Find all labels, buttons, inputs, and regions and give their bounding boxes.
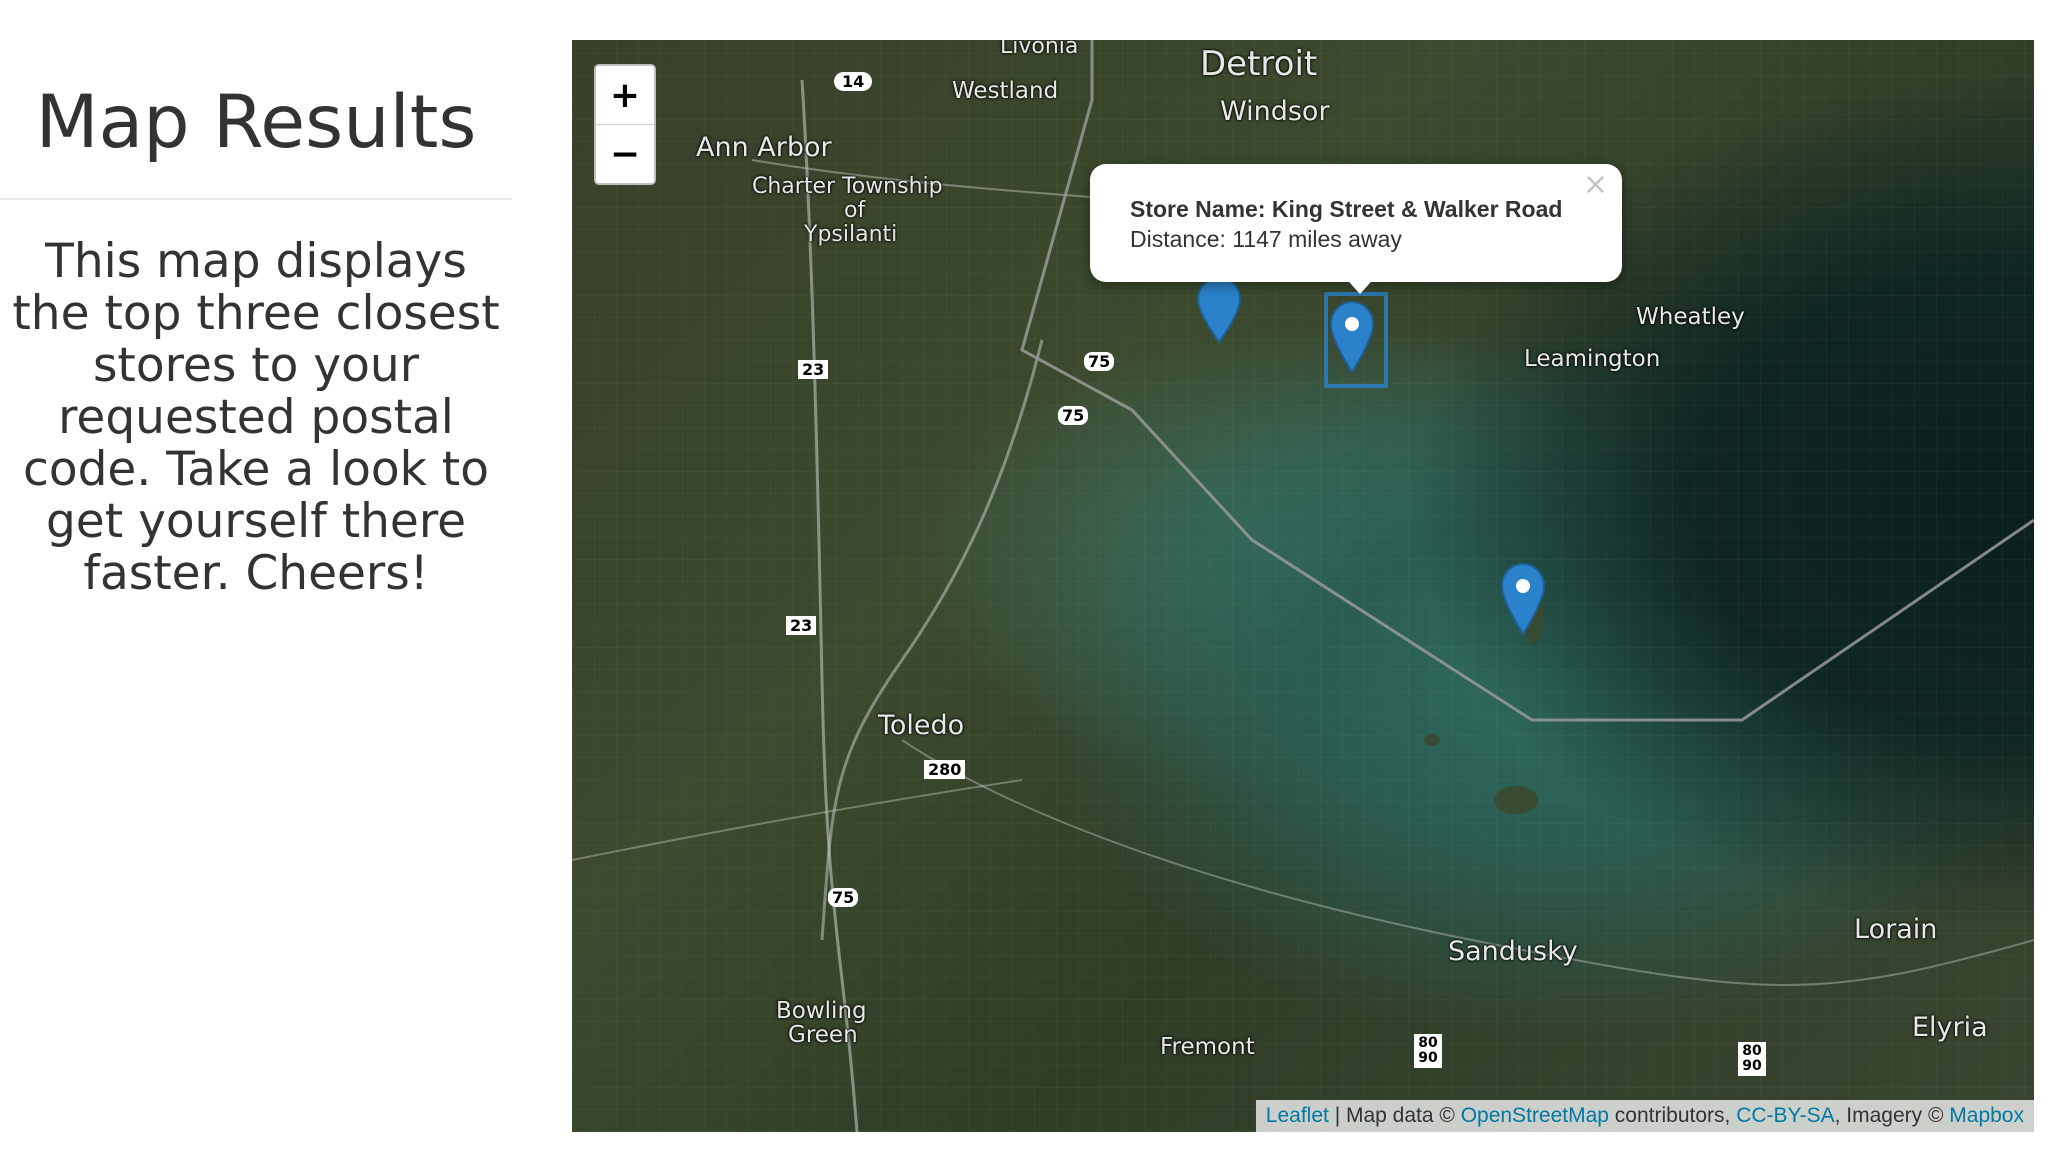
map-pin-icon xyxy=(1196,276,1242,344)
attribution-map-data: | Map data © xyxy=(1328,1104,1461,1127)
leaflet-link[interactable]: Leaflet xyxy=(1266,1104,1329,1127)
highway-shield-75a: 75 xyxy=(1084,352,1115,371)
map-label-charter-township: Charter Township xyxy=(752,174,943,199)
map-label-of: of xyxy=(844,198,866,223)
map-label-ann-arbor: Ann Arbor xyxy=(696,132,832,163)
map-label-green: Green xyxy=(788,1022,858,1048)
map-pin-icon xyxy=(1329,300,1375,374)
highway-shield-23a: 23 xyxy=(798,360,829,379)
highway-shield-80-90b: 80 90 xyxy=(1738,1042,1766,1076)
zoom-control: + − xyxy=(594,64,656,185)
page-title: Map Results xyxy=(35,80,477,165)
map-label-wheatley: Wheatley xyxy=(1636,304,1745,330)
map-label-windsor: Windsor xyxy=(1220,96,1330,127)
mapbox-link[interactable]: Mapbox xyxy=(1949,1104,2024,1127)
map-label-elyria: Elyria xyxy=(1912,1012,1988,1043)
popup-store-name: Store Name: King Street & Walker Road xyxy=(1130,196,1563,222)
attribution-contributors: contributors, xyxy=(1608,1104,1737,1127)
store-popup: × Store Name: King Street & Walker Road … xyxy=(1090,164,1622,282)
map-marker-1[interactable] xyxy=(1196,276,1242,350)
page-description: This map displays the top three closest … xyxy=(12,234,500,601)
highway-shield-23b: 23 xyxy=(786,616,817,635)
highway-shield-80-90a: 80 90 xyxy=(1414,1034,1442,1068)
map-label-lorain: Lorain xyxy=(1854,914,1938,945)
zoom-out-button[interactable]: − xyxy=(596,125,654,183)
map-label-detroit: Detroit xyxy=(1200,44,1318,84)
map-label-toledo: Toledo xyxy=(878,710,965,741)
map-pin-icon xyxy=(1500,562,1546,636)
attribution-imagery: , Imagery © xyxy=(1834,1104,1950,1127)
map-label-livonia: Livonia xyxy=(1000,40,1079,59)
sidebar: Map Results This map displays the top th… xyxy=(0,0,512,1174)
popup-tip xyxy=(1340,272,1380,294)
popup-distance: Distance: 1147 miles away xyxy=(1130,226,1402,252)
map-label-sandusky: Sandusky xyxy=(1448,936,1578,967)
map-label-bowling: Bowling xyxy=(776,998,867,1024)
highway-shield-14: 14 xyxy=(834,72,873,91)
highway-shield-280: 280 xyxy=(924,760,966,779)
close-icon[interactable]: × xyxy=(1583,170,1608,200)
map-label-ypsilanti: Ypsilanti xyxy=(804,222,898,247)
zoom-in-button[interactable]: + xyxy=(596,66,654,125)
map-label-leamington: Leamington xyxy=(1524,346,1661,372)
highway-shield-75b: 75 xyxy=(1058,406,1089,425)
map-label-fremont: Fremont xyxy=(1160,1034,1255,1060)
map-label-westland: Westland xyxy=(952,78,1059,104)
map-container[interactable]: Livonia Westland Detroit Windsor Ann Arb… xyxy=(572,40,2034,1132)
openstreetmap-link[interactable]: OpenStreetMap xyxy=(1461,1104,1609,1127)
highway-shield-75c: 75 xyxy=(828,888,859,907)
divider xyxy=(0,198,512,200)
license-link[interactable]: CC-BY-SA xyxy=(1736,1104,1834,1127)
popup-content: Store Name: King Street & Walker Road Di… xyxy=(1130,194,1562,254)
map-attribution: Leaflet | Map data © OpenStreetMap contr… xyxy=(1255,1100,2034,1132)
map-marker-2[interactable] xyxy=(1329,300,1375,380)
map-marker-3[interactable] xyxy=(1500,562,1546,642)
